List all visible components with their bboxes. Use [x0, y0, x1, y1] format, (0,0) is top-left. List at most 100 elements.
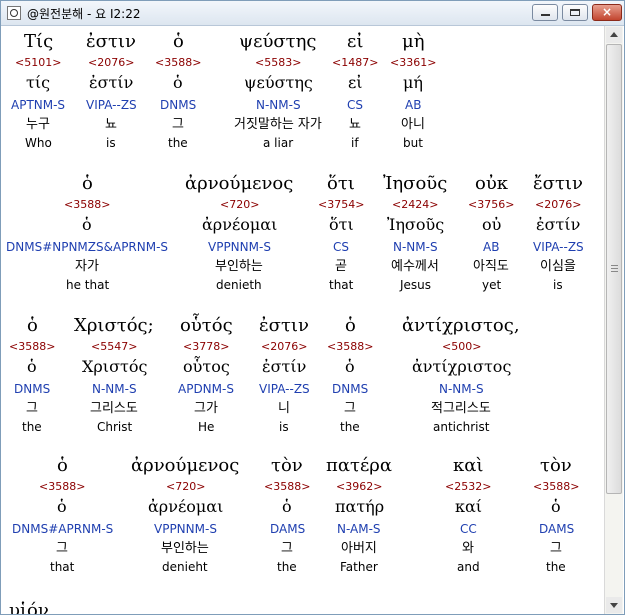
- window-title: @원전분해 - 요 I2:22: [27, 7, 141, 21]
- word-greek[interactable]: ὁ: [27, 315, 38, 337]
- word-parse: DNMS#NPNMZS&APRNM-S: [6, 240, 169, 254]
- word-english: denieht: [162, 560, 208, 574]
- word-greek[interactable]: Τίς: [24, 31, 53, 53]
- maximize-button[interactable]: [562, 4, 588, 21]
- word-greek[interactable]: μὴ: [402, 31, 424, 53]
- word-greek[interactable]: ὁ: [173, 31, 184, 53]
- word-english: a liar: [263, 136, 294, 150]
- grip-line: [611, 271, 618, 272]
- word-korean: 니: [278, 401, 290, 416]
- word-parse: APTNM-S: [11, 98, 66, 112]
- word-strong: <500>: [442, 340, 482, 353]
- word-english: Jesus: [400, 278, 432, 292]
- word-greek[interactable]: ἀντίχριστος,: [402, 315, 520, 337]
- word-strong: <2424>: [392, 198, 439, 211]
- word-parse: N-AM-S: [337, 522, 381, 536]
- word-strong: <2532>: [445, 480, 492, 493]
- word-lemma: ἀντίχριστος: [412, 357, 512, 376]
- word-parse: DNMS: [332, 382, 369, 396]
- word-english: if: [351, 136, 359, 150]
- grip-line: [611, 268, 618, 269]
- scrollbar-thumb[interactable]: [606, 44, 622, 494]
- app-window: @원전분해 - 요 I2:22 × Τίς <5101> τίς APTNM-S 누구 W…: [0, 0, 625, 615]
- partial-next-word: υἱόν: [9, 600, 49, 614]
- word-lemma: ὁ: [57, 497, 67, 516]
- word-lemma: καί: [455, 497, 483, 516]
- word-strong: <3588>: [327, 340, 374, 353]
- vertical-scrollbar[interactable]: [604, 26, 623, 614]
- word-greek[interactable]: ἐστιν: [86, 31, 136, 53]
- word-korean: 그: [56, 541, 68, 556]
- word-lemma: εἰ: [348, 73, 363, 92]
- word-korean: 이심을: [540, 259, 576, 274]
- close-button[interactable]: ×: [592, 4, 622, 21]
- word-greek[interactable]: ἔστιν: [533, 173, 583, 195]
- word-parse: DNMS: [160, 98, 197, 112]
- word-greek[interactable]: οὗτός: [180, 315, 233, 337]
- word-parse: N-NM-S: [439, 382, 484, 396]
- word-strong: <3588>: [9, 340, 56, 353]
- word-greek[interactable]: εἰ: [347, 31, 363, 53]
- word-lemma: ἐστίν: [536, 215, 581, 234]
- word-greek[interactable]: οὐκ: [475, 173, 508, 195]
- word-greek[interactable]: πατέρα: [326, 455, 392, 477]
- word-english: Father: [340, 560, 378, 574]
- minimize-button[interactable]: [532, 4, 558, 21]
- word-strong: <3588>: [64, 198, 111, 211]
- word-lemma: Χριστός: [82, 357, 148, 376]
- word-korean: 그가: [194, 401, 218, 416]
- word-lemma: τίς: [26, 73, 51, 92]
- word-greek[interactable]: ὁ: [345, 315, 356, 337]
- word-strong: <3756>: [468, 198, 515, 211]
- scroll-down-arrow-icon[interactable]: [606, 597, 622, 613]
- word-english: the: [546, 560, 566, 574]
- word-greek[interactable]: ἐστιν: [259, 315, 309, 337]
- word-parse: DNMS#APRNM-S: [12, 522, 114, 536]
- word-lemma: ἐστίν: [89, 73, 134, 92]
- word-english: Who: [25, 136, 52, 150]
- word-greek[interactable]: Χριστός;: [74, 315, 154, 337]
- word-lemma: ἀρνέομαι: [202, 215, 278, 234]
- word-parse: CS: [333, 240, 349, 254]
- word-english: the: [168, 136, 188, 150]
- word-parse: VIPA--ZS: [533, 240, 584, 254]
- word-korean: 그리스도: [90, 401, 138, 416]
- word-korean: 적그리스도: [431, 401, 491, 416]
- word-lemma: ὁ: [282, 497, 292, 516]
- word-english: that: [329, 278, 354, 292]
- word-korean: 곧: [335, 259, 347, 274]
- title-bar[interactable]: @원전분해 - 요 I2:22 ×: [1, 1, 624, 26]
- scroll-up-arrow-icon[interactable]: [606, 27, 622, 43]
- word-greek[interactable]: ὁ: [82, 173, 93, 195]
- word-lemma: ὅτι: [329, 215, 354, 234]
- word-greek[interactable]: καὶ: [453, 455, 483, 477]
- bible-app-icon[interactable]: [7, 6, 21, 20]
- word-greek[interactable]: ἀρνούμενος: [131, 455, 239, 477]
- word-parse: N-NM-S: [393, 240, 438, 254]
- word-english: He: [198, 420, 215, 434]
- word-greek[interactable]: ἀρνούμενος: [185, 173, 293, 195]
- word-greek[interactable]: Ἰησοῦς: [383, 173, 447, 195]
- word-greek[interactable]: ὅτι: [327, 173, 355, 195]
- word-parse: VIPA--ZS: [259, 382, 310, 396]
- word-strong: <720>: [166, 480, 206, 493]
- word-strong: <5583>: [255, 56, 302, 69]
- close-icon: ×: [601, 5, 613, 19]
- word-greek[interactable]: ὁ: [57, 455, 68, 477]
- word-strong: <3754>: [318, 198, 365, 211]
- word-korean: 아니: [401, 117, 425, 132]
- word-korean: 아버지: [341, 541, 377, 556]
- word-greek[interactable]: ψεύστης: [239, 31, 317, 53]
- word-strong: <3588>: [155, 56, 202, 69]
- word-lemma: πατήρ: [335, 497, 385, 516]
- word-lemma: ὁ: [82, 215, 92, 234]
- word-lemma: ὁ: [27, 357, 37, 376]
- word-english: and: [457, 560, 480, 574]
- interlinear-panel: Τίς <5101> τίς APTNM-S 누구 Who ἐστιν <2076> ἐστίν…: [1, 26, 604, 614]
- word-strong: <1487>: [332, 56, 379, 69]
- word-greek[interactable]: τὸν: [271, 455, 303, 477]
- word-greek[interactable]: τὸν: [540, 455, 572, 477]
- word-english: is: [553, 278, 563, 292]
- word-strong: <2076>: [88, 56, 135, 69]
- word-korean: 자가: [75, 259, 99, 274]
